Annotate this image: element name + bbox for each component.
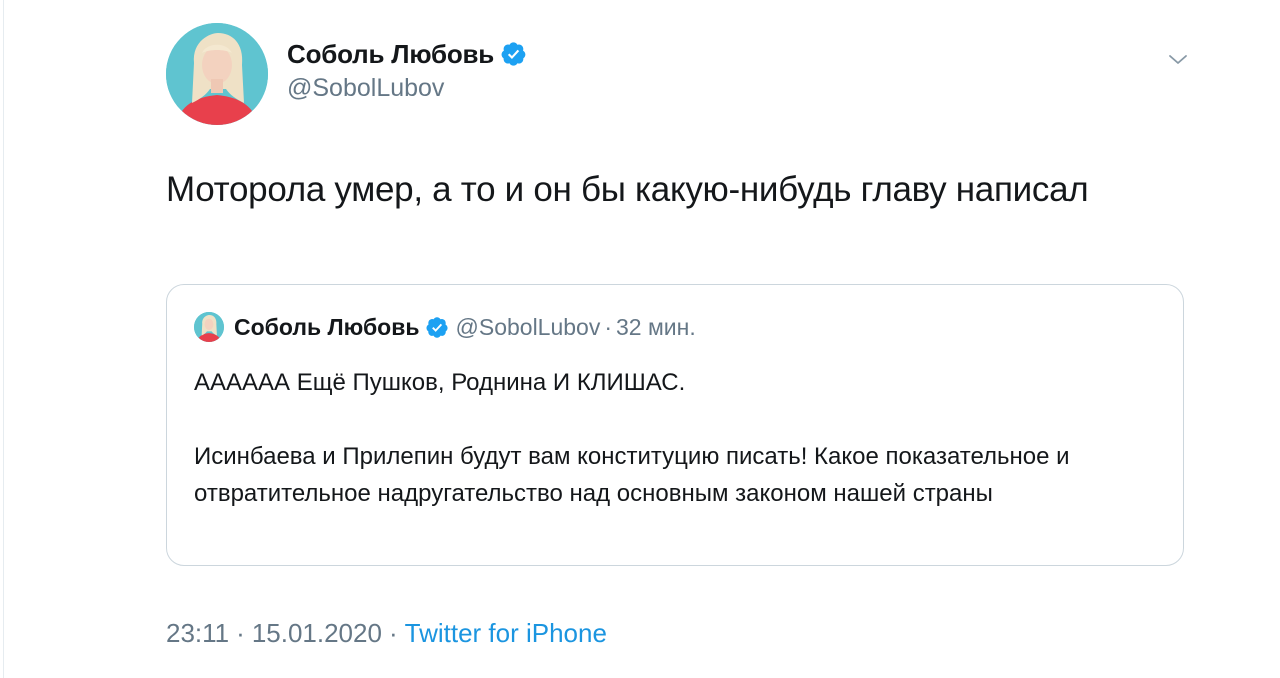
- quoted-paragraph-2: Исинбаева и Прилепин будут вам конституц…: [194, 443, 1070, 507]
- quoted-author-handle: @SobolLubov: [455, 313, 601, 340]
- quoted-author-avatar-image: [194, 312, 224, 342]
- tweet-text: Моторола умер, а то и он бы какую-нибудь…: [166, 170, 1089, 209]
- tweet-time[interactable]: 23:11: [166, 618, 229, 649]
- quoted-tweet-text: АААААА Ещё Пушков, Роднина И КЛИШАС. Иси…: [194, 364, 1154, 512]
- author-block: Соболь Любовь @SobolLubov: [287, 36, 527, 103]
- separator-dot: ·: [388, 618, 398, 648]
- quoted-author-avatar: [194, 312, 224, 342]
- chevron-down-icon[interactable]: [1166, 48, 1190, 72]
- separator-dot: ·: [236, 618, 245, 648]
- quoted-paragraph-1: АААААА Ещё Пушков, Роднина И КЛИШАС.: [194, 369, 686, 396]
- separator-dot: ·: [604, 313, 613, 340]
- tweet-date[interactable]: 15.01.2020: [252, 618, 382, 649]
- quoted-tweet-header: Соболь Любовь @SobolLubov · 32 мин.: [194, 312, 696, 342]
- tweet-meta: 23:11 · 15.01.2020 · Twitter for iPhone: [166, 618, 607, 649]
- author-avatar[interactable]: [166, 23, 268, 125]
- verified-badge-icon: [425, 316, 448, 338]
- author-name[interactable]: Соболь Любовь: [287, 39, 494, 70]
- verified-badge-icon: [501, 42, 526, 66]
- author-avatar-image: [166, 23, 268, 125]
- quoted-tweet[interactable]: Соболь Любовь @SobolLubov · 32 мин. АААА…: [166, 284, 1184, 566]
- tweet: Соболь Любовь @SobolLubov Моторола умер,…: [0, 0, 1280, 678]
- quoted-author-name: Соболь Любовь: [234, 313, 420, 340]
- quoted-tweet-time[interactable]: 32 мин.: [616, 314, 696, 341]
- author-handle[interactable]: @SobolLubov: [287, 74, 527, 103]
- tweet-source-link[interactable]: Twitter for iPhone: [405, 618, 607, 649]
